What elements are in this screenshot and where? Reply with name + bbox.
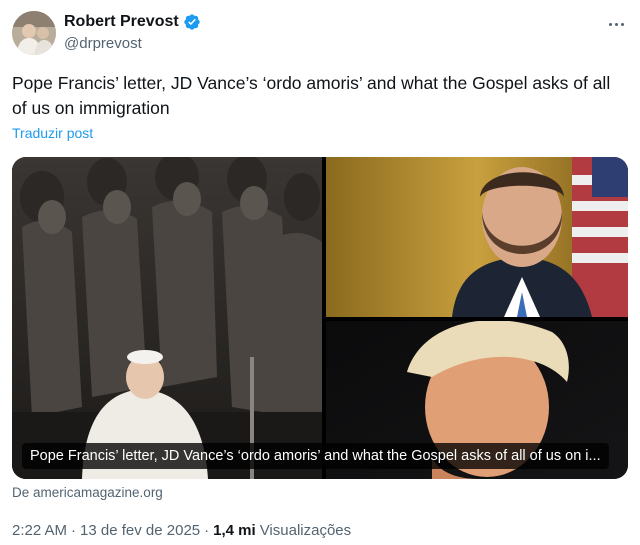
meta-separator: · [71,522,77,539]
link-card-image [12,157,628,479]
more-options-icon[interactable] [604,14,628,34]
tweet-time[interactable]: 2:22 AM [12,522,67,539]
author-handle[interactable]: @drprevost [64,35,142,52]
tweet-meta: 2:22 AM · 13 de fev de 2025 · 1,4 mi Vis… [12,522,351,539]
avatar-image [12,11,56,55]
meta-separator: · [204,522,210,539]
author-display-name[interactable]: Robert Prevost [64,13,179,31]
tweet-text: Pope Francis’ letter, JD Vance’s ‘ordo a… [12,73,611,118]
link-card[interactable]: Pope Francis’ letter, JD Vance’s ‘ordo a… [12,157,628,479]
dot [608,22,612,26]
link-source[interactable]: De americamagazine.org [12,485,163,500]
dot [614,22,618,26]
translate-post-link[interactable]: Traduzir post [12,125,93,141]
tweet-header: Robert Prevost @drprevost [12,10,628,58]
views-label: Visualizações [259,522,352,539]
views-count: 1,4 mi [213,522,256,539]
dot [620,22,624,26]
author-avatar[interactable] [12,11,56,55]
verified-badge-icon[interactable] [183,13,201,31]
name-row: Robert Prevost [64,13,201,31]
tweet-date[interactable]: 13 de fev de 2025 [80,522,200,539]
link-card-title: Pope Francis’ letter, JD Vance’s ‘ordo a… [22,443,609,469]
